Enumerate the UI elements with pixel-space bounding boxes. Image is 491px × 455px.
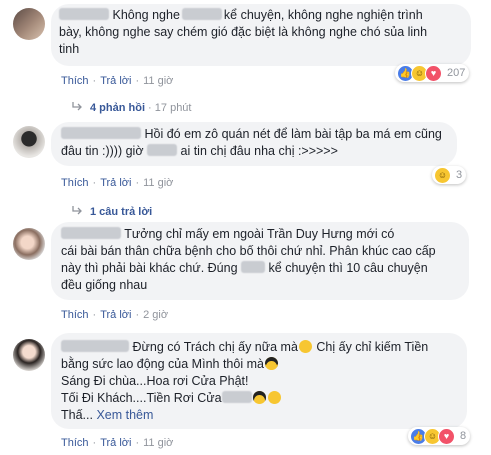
reply-button[interactable]: Trả lời [100, 75, 131, 87]
comment-text: kể chuyện thì 10 câu chuyện [268, 261, 428, 275]
blurred-name [221, 391, 252, 403]
replies-count[interactable]: 4 phản hồi [90, 102, 145, 114]
timestamp[interactable]: 11 giờ [143, 75, 173, 87]
rofl-emoji-icon [267, 391, 281, 404]
like-button[interactable]: Thích [61, 75, 89, 87]
comment-bubble: Đừng có Trách chị ấy nữa mà Chị ấy chỉ k… [51, 333, 467, 429]
comment-bubble: Tưởng chỉ mấy em ngoài Trần Duy Hưng mới… [51, 222, 469, 300]
comment-actions: Thích · Trả lời · 11 giờ [61, 437, 174, 449]
sad-face-emoji-icon [298, 340, 312, 353]
blurred-name [181, 8, 222, 20]
blurred-author-name[interactable] [61, 340, 129, 352]
blurred-author-name[interactable] [61, 227, 121, 239]
comment-text: tinh [59, 42, 80, 56]
comment-text: này thì phải bài khác chứ. Đúng [61, 261, 238, 275]
reaction-summary[interactable]: 👍 ☺ ♥ 8 [408, 427, 471, 445]
reaction-summary[interactable]: ☺ 3 [432, 166, 467, 184]
comment-bubble: Hồi đó em zô quán nét để làm bài tập ba … [51, 122, 457, 166]
replies-count[interactable]: 1 câu trả lời [90, 206, 152, 218]
reaction-count: 207 [447, 67, 466, 79]
avatar[interactable] [13, 228, 45, 260]
comment-text: cái bài bán thân chữa bệnh cho bố thôi c… [61, 244, 436, 258]
comment-text: Thấ... [61, 408, 93, 422]
sunglasses-emoji-icon [252, 391, 266, 404]
comment-text: bày, không nghe say chém gió đặc biệt là… [59, 25, 428, 39]
reply-button[interactable]: Trả lời [100, 437, 131, 449]
comment-text: đâu tin :)))) giờ [61, 144, 144, 158]
comment-text: Đừng có Trách chị ấy nữa mà [132, 340, 298, 354]
blurred-name [241, 261, 266, 273]
blurred-author-name[interactable] [61, 127, 141, 139]
avatar[interactable] [13, 339, 45, 371]
blurred-author-name[interactable] [59, 8, 109, 20]
comment-actions: Thích · Trả lời · 11 giờ [61, 75, 174, 87]
comment-text: kể chuyện, không nghe nghiện trình [223, 8, 423, 22]
avatar[interactable] [13, 8, 45, 40]
comment-text: đều giống nhau [61, 278, 148, 292]
comment-text: bằng sức lao động của Mình thôi mà [61, 357, 264, 371]
reply-button[interactable]: Trả lời [100, 309, 131, 321]
comment-text: Không nghe [112, 8, 180, 22]
reply-arrow-icon [72, 206, 82, 215]
reaction-count: 8 [460, 430, 467, 442]
comment-text: Tưởng chỉ mấy em ngoài Trần Duy Hưng mới… [124, 227, 395, 241]
comment-actions: Thích · Trả lời · 11 giờ [61, 177, 174, 189]
comment-text: Tối Đi Khách....Tiền Rơi Cửa [61, 391, 222, 405]
reply-button[interactable]: Trả lời [100, 177, 131, 189]
avatar[interactable] [13, 126, 45, 158]
timestamp[interactable]: 11 giờ [143, 437, 173, 449]
comment-text: ai tin chị đâu nha chị :>>>>> [180, 144, 338, 158]
love-icon: ♥ [425, 64, 442, 82]
comment-text: Hồi đó em zô quán nét để làm bài tập ba … [144, 127, 442, 141]
reply-arrow-icon [72, 102, 82, 111]
sunglasses-emoji-icon [264, 357, 278, 370]
comment-text: Chị ấy chỉ kiếm Tiền [316, 340, 429, 354]
comment-actions: Thích · Trả lời · 2 giờ [61, 309, 169, 321]
reaction-summary[interactable]: 👍 ☺ ♥ 207 [395, 64, 470, 82]
haha-icon: ☺ [434, 166, 451, 184]
timestamp[interactable]: 11 giờ [143, 177, 173, 189]
view-replies-link[interactable]: 4 phản hồi · 17 phút [72, 102, 191, 114]
replies-timestamp: 17 phút [154, 102, 192, 114]
view-replies-link[interactable]: 1 câu trả lời [72, 206, 152, 218]
comment-bubble: Không nghe kể chuyện, không nghe nghiện t… [51, 4, 471, 66]
blurred-name [147, 144, 178, 156]
reaction-count: 3 [456, 169, 463, 181]
like-button[interactable]: Thích [61, 177, 89, 189]
comment-text: Sáng Đi chùa...Hoa rơi Cửa Phật! [61, 374, 249, 388]
like-button[interactable]: Thích [61, 309, 89, 321]
see-more-link[interactable]: Xem thêm [96, 408, 153, 422]
like-button[interactable]: Thích [61, 437, 89, 449]
timestamp[interactable]: 2 giờ [143, 309, 168, 321]
love-icon: ♥ [438, 427, 455, 445]
